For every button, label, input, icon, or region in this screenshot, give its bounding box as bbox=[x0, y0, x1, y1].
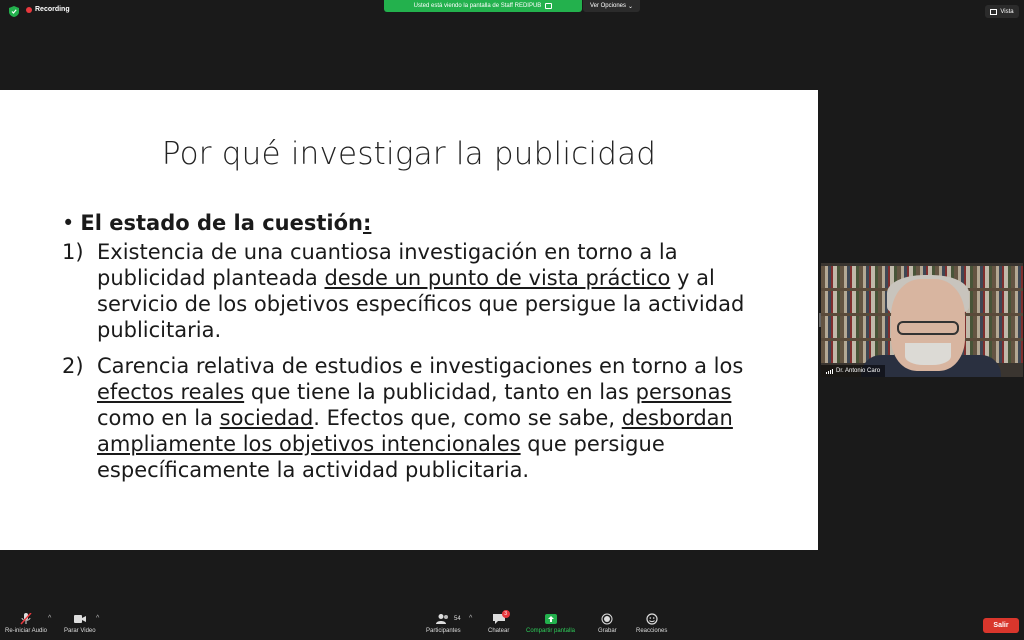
slide-list-item-1: 1) Existencia de una cuantiosa investiga… bbox=[62, 240, 745, 342]
view-layout-label: Vista bbox=[1000, 8, 1014, 15]
grid-layout-icon bbox=[990, 8, 998, 15]
slide-title: Por qué investigar la publicidad bbox=[161, 136, 657, 172]
chat-unread-badge: 3 bbox=[501, 610, 510, 618]
smiley-reactions-icon bbox=[646, 613, 658, 625]
chat-label: Chatear bbox=[488, 628, 510, 634]
audio-button[interactable]: Re-iniciar Audio bbox=[5, 613, 47, 634]
shared-screen-icon[interactable] bbox=[545, 3, 553, 9]
slide-list-item-2: 2) Carencia relativa de estudios e inves… bbox=[62, 354, 744, 482]
participants-icon bbox=[436, 614, 449, 624]
view-options-label: Ver Opciones bbox=[589, 3, 626, 9]
view-options-button[interactable]: Ver Opciones ⌄ bbox=[583, 0, 640, 12]
video-options-caret-icon[interactable]: ^ bbox=[96, 615, 99, 622]
share-banner-text: Usted está viendo la pantalla de Staff R… bbox=[413, 3, 542, 9]
screen-share-banner: Usted está viendo la pantalla de Staff R… bbox=[384, 0, 582, 12]
participants-label: Participantes bbox=[426, 628, 461, 634]
meeting-top-bar: Recording Usted está viendo la pantalla … bbox=[0, 0, 1024, 22]
recording-label: Recording bbox=[35, 6, 70, 13]
share-screen-button[interactable]: Compartir pantalla bbox=[526, 613, 575, 634]
record-button[interactable]: Grabar bbox=[598, 613, 617, 634]
signal-strength-icon bbox=[826, 368, 833, 374]
recording-indicator[interactable]: Recording bbox=[26, 6, 70, 13]
slide-bullet-heading: • El estado de la cuestión: bbox=[62, 211, 372, 235]
security-shield-icon[interactable] bbox=[9, 6, 19, 17]
chat-button[interactable]: 3 Chatear bbox=[488, 610, 510, 634]
participant-name: Dr. Antonio Caro bbox=[836, 368, 881, 374]
audio-options-caret-icon[interactable]: ^ bbox=[48, 615, 51, 622]
record-label: Grabar bbox=[598, 628, 617, 634]
view-layout-button[interactable]: Vista bbox=[985, 5, 1019, 18]
recording-dot-icon bbox=[26, 6, 32, 13]
share-screen-icon bbox=[544, 614, 557, 624]
video-label: Parar Video bbox=[64, 628, 96, 634]
share-screen-label: Compartir pantalla bbox=[526, 628, 576, 634]
reactions-button[interactable]: Reacciones bbox=[636, 613, 667, 634]
participant-name-tag: Dr. Antonio Caro bbox=[821, 365, 886, 377]
shared-slide: Por qué investigar la publicidad • El es… bbox=[0, 90, 818, 550]
leave-meeting-button[interactable]: Salir bbox=[983, 618, 1019, 633]
participants-options-caret-icon[interactable]: ^ bbox=[469, 615, 472, 622]
video-button[interactable]: Parar Video bbox=[64, 613, 96, 634]
audio-label: Re-iniciar Audio bbox=[5, 628, 48, 634]
video-camera-icon bbox=[73, 615, 86, 623]
record-icon bbox=[601, 613, 613, 625]
bullet-icon: • bbox=[62, 211, 75, 235]
participant-video-tile[interactable]: Dr. Antonio Caro bbox=[821, 263, 1023, 377]
chevron-down-icon: ⌄ bbox=[628, 3, 634, 10]
participants-count: 54 bbox=[454, 616, 461, 622]
slide-content: • El estado de la cuestión: 1) Existenci… bbox=[62, 211, 762, 483]
microphone-muted-icon bbox=[20, 613, 32, 625]
meeting-toolbar: Re-iniciar Audio ^ Parar Video ^ Partici… bbox=[0, 610, 1024, 640]
reactions-label: Reacciones bbox=[636, 628, 668, 634]
